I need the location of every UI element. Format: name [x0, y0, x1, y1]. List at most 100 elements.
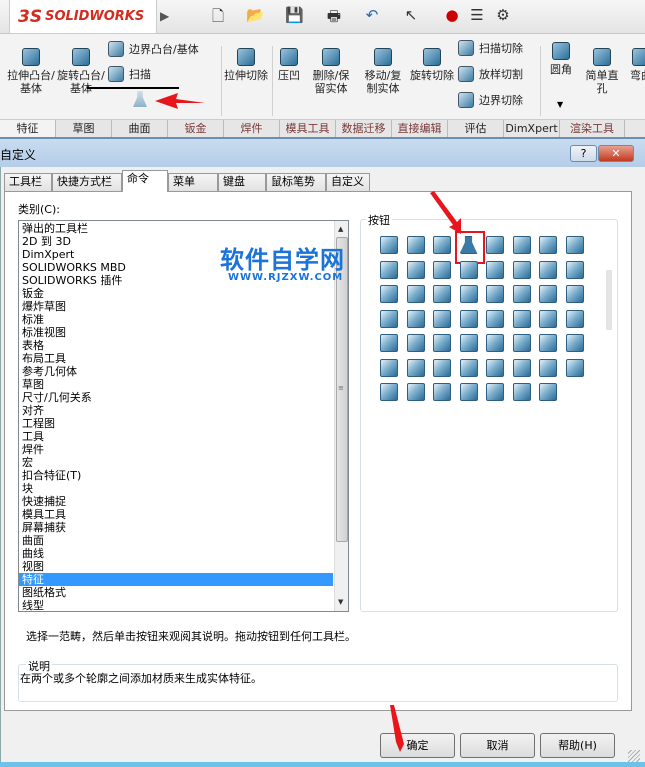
combine-icon[interactable]: [433, 358, 451, 377]
dialog-tab[interactable]: 鼠标笔势: [266, 173, 326, 191]
scale-icon[interactable]: [565, 358, 584, 377]
swept-cut-button[interactable]: 扫描切除: [458, 40, 523, 56]
category-item[interactable]: 模具工具: [22, 508, 333, 521]
resize-grip-icon[interactable]: [628, 750, 640, 762]
move-copy-body-icon[interactable]: [565, 309, 584, 328]
category-item[interactable]: 曲线: [22, 547, 333, 560]
create-assembly-icon[interactable]: [406, 383, 425, 401]
open-folder-icon[interactable]: 📂: [246, 6, 265, 26]
fill-pattern-icon[interactable]: [380, 358, 398, 377]
dialog-tab[interactable]: 工具栏: [4, 173, 52, 191]
freeform-icon[interactable]: [486, 309, 504, 328]
delete-body-icon[interactable]: [539, 358, 557, 377]
deform-icon[interactable]: [380, 309, 398, 328]
boundary-boss-icon[interactable]: [486, 236, 504, 254]
category-item[interactable]: 弹出的工具栏: [22, 222, 333, 235]
save-icon[interactable]: 💾: [285, 6, 304, 26]
help-button[interactable]: 帮助(H): [540, 733, 615, 758]
category-item[interactable]: 爆炸草图: [22, 300, 333, 313]
ribbon-tab[interactable]: 模具工具: [280, 120, 336, 138]
category-item[interactable]: 草图: [22, 378, 333, 391]
flex-button[interactable]: 弯曲: [626, 48, 645, 82]
swept-cut-icon[interactable]: [380, 260, 398, 279]
indent-icon[interactable]: [406, 309, 425, 328]
shell-icon[interactable]: [380, 285, 398, 303]
fillet-icon[interactable]: [486, 260, 504, 279]
simple-hole-button[interactable]: 简单直孔: [582, 48, 622, 95]
intersect-icon[interactable]: [459, 309, 478, 328]
ok-button[interactable]: 确定: [380, 733, 455, 758]
lofted-cut-icon[interactable]: [406, 260, 425, 279]
move-face-icon[interactable]: [539, 309, 557, 328]
dialog-tab[interactable]: 键盘: [218, 173, 266, 191]
close-button[interactable]: ✕: [598, 145, 634, 162]
scroll-up-icon[interactable]: ▲: [338, 225, 343, 233]
cavity-icon[interactable]: [512, 358, 531, 377]
category-item[interactable]: 块: [22, 482, 333, 495]
rotate-icon[interactable]: [406, 334, 425, 352]
revolve-cut-button[interactable]: 旋转切除: [410, 48, 454, 82]
scroll-down-icon[interactable]: ▼: [338, 598, 343, 606]
category-item[interactable]: 工具: [22, 430, 333, 443]
category-item[interactable]: 尺寸/几何关系: [22, 391, 333, 404]
curve-pattern-icon[interactable]: [565, 334, 584, 352]
linear-pattern-icon[interactable]: [433, 334, 451, 352]
dome-icon[interactable]: [539, 285, 557, 303]
dialog-tab[interactable]: 自定义: [326, 173, 370, 191]
options-gear-icon[interactable]: ⚙: [494, 6, 512, 26]
save-bodies-icon[interactable]: [380, 383, 398, 401]
join-icon[interactable]: [459, 358, 478, 377]
simple-hole-icon[interactable]: [433, 285, 451, 303]
category-item[interactable]: 标准视图: [22, 326, 333, 339]
split-line-icon[interactable]: [512, 309, 531, 328]
ribbon-tab[interactable]: 数据迁移: [336, 120, 392, 138]
solidworks-logo[interactable]: 3S SOLIDWORKS: [9, 0, 157, 34]
mirror-icon[interactable]: [486, 334, 504, 352]
category-item[interactable]: 视图: [22, 560, 333, 573]
instant3d-icon[interactable]: [486, 383, 504, 401]
revolve-boss-icon[interactable]: [406, 236, 425, 254]
new-document-icon[interactable]: 🗋: [209, 6, 227, 26]
revolve-cut-icon[interactable]: [565, 236, 584, 254]
dialog-tab[interactable]: 快捷方式栏: [52, 173, 122, 191]
boundary-cut-button[interactable]: 边界切除: [458, 92, 523, 108]
3d-grid-icon[interactable]: [539, 383, 557, 401]
category-item[interactable]: 扣合特征(T): [22, 469, 333, 482]
thread-icon[interactable]: [486, 285, 504, 303]
category-item[interactable]: 线型: [22, 599, 333, 611]
buttons-scrollbar[interactable]: [606, 270, 612, 330]
ribbon-tab[interactable]: 评估: [448, 120, 504, 138]
category-item[interactable]: 焊件: [22, 443, 333, 456]
thicken-icon[interactable]: [486, 358, 504, 377]
category-item[interactable]: 参考几何体: [22, 365, 333, 378]
category-item[interactable]: 标准: [22, 313, 333, 326]
shape-icon[interactable]: [565, 285, 584, 303]
category-item[interactable]: 曲面: [22, 534, 333, 547]
circular-pattern-icon[interactable]: [459, 334, 478, 352]
category-item[interactable]: 屏幕捕获: [22, 521, 333, 534]
sweep-button[interactable]: 扫描: [108, 66, 151, 82]
ribbon-tab[interactable]: 特征: [0, 120, 56, 138]
category-item[interactable]: 钣金: [22, 287, 333, 300]
fillet-button[interactable]: 圆角: [546, 42, 576, 76]
ribbon-tab[interactable]: 焊件: [224, 120, 280, 138]
category-item[interactable]: 特征: [19, 573, 333, 586]
category-item[interactable]: 工程图: [22, 417, 333, 430]
split-icon[interactable]: [459, 260, 478, 279]
category-item[interactable]: 布局工具: [22, 352, 333, 365]
dialog-tab[interactable]: 菜单: [168, 173, 218, 191]
table-pattern-icon[interactable]: [512, 334, 531, 352]
rebuild-traffic-light-icon[interactable]: ●: [443, 6, 461, 26]
wrap-icon[interactable]: [406, 285, 425, 303]
sketch-pattern-icon[interactable]: [539, 334, 557, 352]
cosmetic-thread-icon[interactable]: [512, 285, 531, 303]
sweep-icon[interactable]: [433, 236, 451, 254]
variable-pattern-icon[interactable]: [406, 358, 425, 377]
ribbon-tab[interactable]: DimXpert: [504, 120, 560, 138]
print-icon[interactable]: 🖶: [325, 6, 343, 26]
ribbon-tab[interactable]: 渲染工具: [560, 120, 625, 138]
file-properties-icon[interactable]: ☰: [468, 6, 486, 26]
category-item[interactable]: 表格: [22, 339, 333, 352]
ribbon-tab[interactable]: 曲面: [112, 120, 168, 138]
hole-series-icon[interactable]: [459, 285, 478, 303]
